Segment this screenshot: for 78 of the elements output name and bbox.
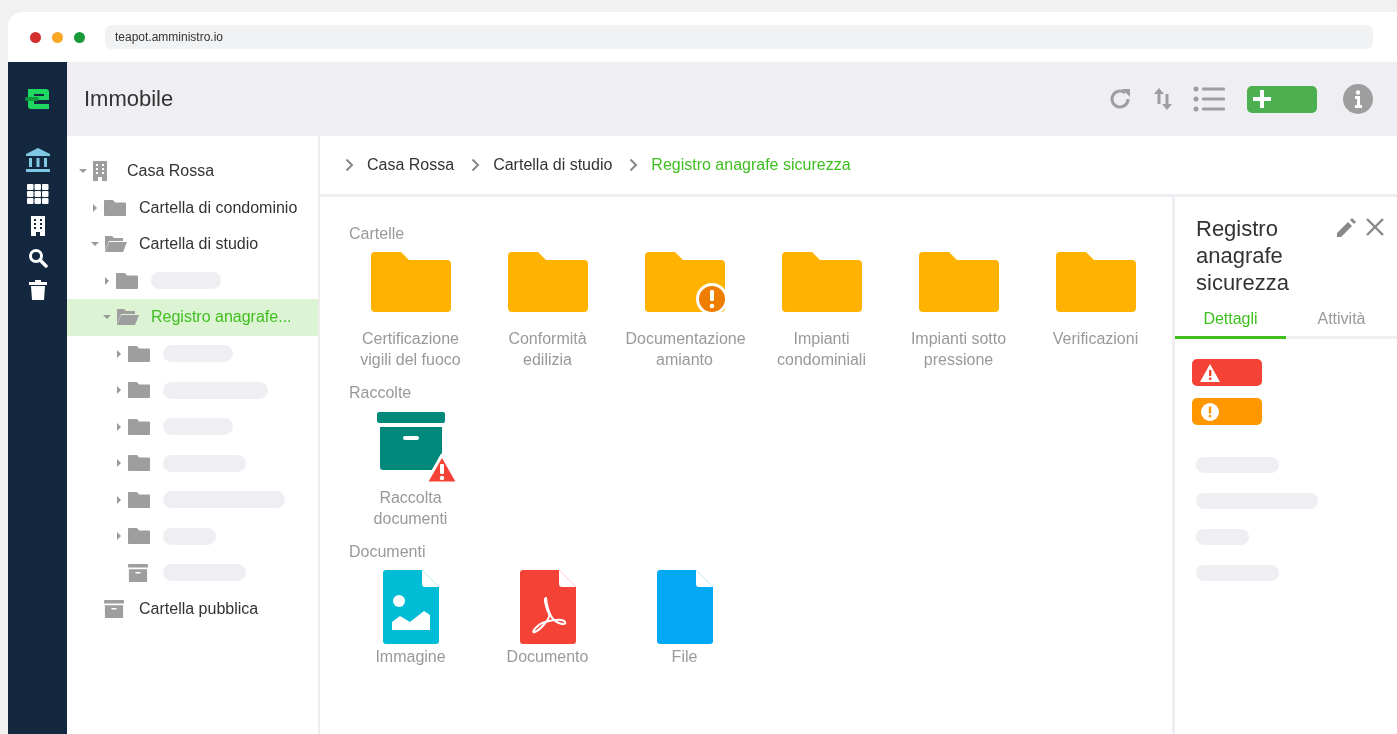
- archive-icon: [103, 599, 125, 620]
- logo-icon: [24, 86, 51, 112]
- caret-icon[interactable]: [115, 532, 123, 541]
- grid-icon[interactable]: [26, 184, 49, 204]
- panel-title: Registro anagrafe sicurezza: [1196, 215, 1290, 296]
- folder-icon: [127, 380, 151, 401]
- open-folder-icon: [103, 234, 127, 255]
- tree-item[interactable]: Casa Rossa: [127, 162, 215, 181]
- caret-icon[interactable]: [79, 167, 87, 176]
- caret-icon[interactable]: [115, 495, 123, 504]
- tree-item[interactable]: Cartella di studio: [139, 235, 259, 254]
- chevron-icon: [345, 158, 354, 172]
- folder-icon[interactable]: [370, 252, 451, 312]
- caret-icon[interactable]: [115, 349, 123, 358]
- caret-icon[interactable]: [115, 459, 123, 468]
- folder-icon: [127, 489, 151, 510]
- close-icon[interactable]: [1365, 217, 1385, 237]
- page-title: Immobile: [84, 86, 174, 112]
- bank-icon[interactable]: [24, 148, 51, 172]
- item-label[interactable]: Documento: [488, 646, 607, 667]
- folder-icon: [115, 270, 139, 291]
- folder-icon[interactable]: [507, 252, 588, 312]
- info-icon[interactable]: [1343, 84, 1373, 114]
- caret-icon[interactable]: [103, 313, 111, 322]
- sort-icon[interactable]: [1153, 86, 1173, 112]
- tree-item[interactable]: Cartella di condominio: [139, 198, 298, 217]
- caret-icon[interactable]: [91, 240, 99, 249]
- list-icon[interactable]: [1193, 86, 1225, 112]
- panel-tab[interactable]: Attività: [1286, 304, 1397, 339]
- building-icon[interactable]: [29, 216, 46, 236]
- folder-icon: [127, 526, 151, 547]
- archive-icon: [127, 562, 149, 583]
- section-heading: Raccolte: [349, 384, 413, 402]
- folder-icon[interactable]: [918, 252, 999, 312]
- item-label[interactable]: Certificazione vigili del fuoco: [351, 328, 470, 370]
- caret-icon[interactable]: [103, 276, 111, 285]
- item-label[interactable]: Verificazioni: [1036, 328, 1155, 349]
- chevron-icon: [629, 158, 639, 172]
- add-button[interactable]: [1247, 85, 1317, 113]
- breadcrumb-link[interactable]: Registro anagrafe sicurezza: [651, 156, 851, 174]
- breadcrumb-link[interactable]: Cartella di studio: [493, 156, 613, 174]
- folder-icon: [127, 343, 151, 364]
- maximize-dot[interactable]: [74, 31, 85, 43]
- item-label[interactable]: Documentazione amianto: [625, 328, 744, 370]
- refresh-icon[interactable]: [1107, 86, 1133, 112]
- section-heading: Documenti: [349, 543, 427, 561]
- panel-tab[interactable]: Dettagli: [1175, 304, 1286, 339]
- folder-icon: [127, 416, 151, 437]
- building-icon: [91, 161, 109, 182]
- close-dot[interactable]: [30, 31, 41, 43]
- pencil-icon[interactable]: [1335, 217, 1357, 239]
- item-label[interactable]: Impianti sotto pressione: [899, 328, 1018, 370]
- item-label[interactable]: Conformità edilizia: [488, 328, 607, 370]
- folder-icon[interactable]: [781, 252, 862, 312]
- plus-icon: [1252, 89, 1272, 109]
- item-label[interactable]: Raccolta documenti: [351, 487, 470, 529]
- item-label[interactable]: Impianti condominiali: [762, 328, 881, 370]
- open-folder-icon: [115, 307, 139, 328]
- archive-box-icon[interactable]: [375, 411, 446, 473]
- caret-icon[interactable]: [115, 422, 123, 431]
- minimize-dot[interactable]: [52, 31, 63, 43]
- caret-icon[interactable]: [91, 203, 99, 212]
- folder-icon: [127, 453, 151, 474]
- tree-item[interactable]: Cartella pubblica: [139, 600, 259, 619]
- folder-icon[interactable]: [1055, 252, 1136, 312]
- trash-icon[interactable]: [28, 280, 47, 300]
- chevron-icon: [471, 158, 481, 172]
- pdf-file-icon[interactable]: [519, 570, 576, 644]
- caret-icon[interactable]: [115, 386, 123, 395]
- search-icon[interactable]: [27, 248, 48, 268]
- folder-icon: [103, 197, 127, 218]
- breadcrumb-link[interactable]: Casa Rossa: [367, 156, 455, 174]
- address-bar[interactable]: teapot.amministro.io: [105, 25, 1373, 49]
- section-heading: Cartelle: [349, 225, 406, 243]
- item-label[interactable]: File: [625, 646, 744, 667]
- image-file-icon[interactable]: [382, 570, 439, 644]
- file-icon[interactable]: [656, 570, 713, 644]
- item-label[interactable]: Immagine: [351, 646, 470, 667]
